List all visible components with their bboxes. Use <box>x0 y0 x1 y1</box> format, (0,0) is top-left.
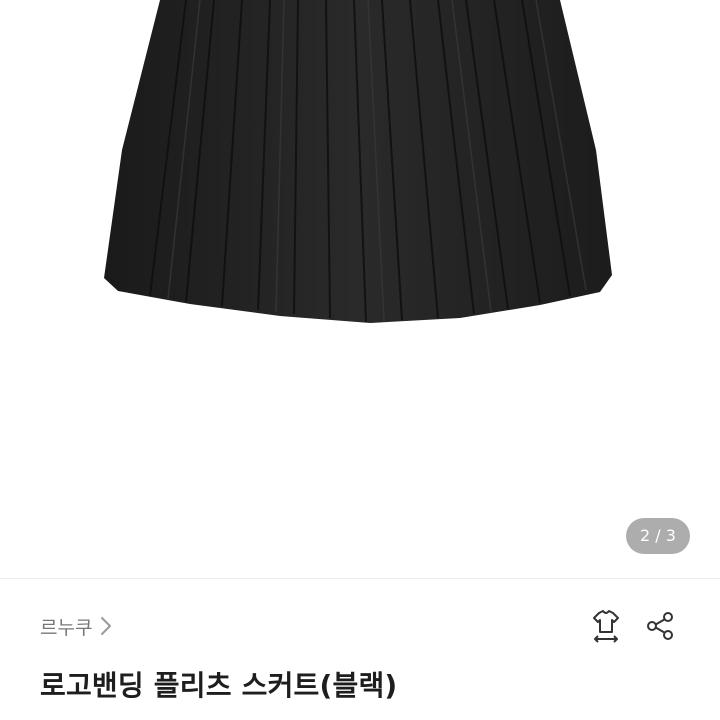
chevron-right-icon <box>100 616 112 636</box>
product-title: 로고밴딩 플리츠 스커트(블랙) <box>40 669 398 702</box>
image-page-counter: 2 / 3 <box>626 518 690 554</box>
skirt-product-image <box>104 0 612 323</box>
size-guide-button[interactable] <box>584 606 628 650</box>
product-image-gallery[interactable]: 2 / 3 <box>0 0 720 578</box>
share-button[interactable] <box>638 606 682 650</box>
brand-name: 르누쿠 <box>40 616 93 639</box>
share-icon <box>642 608 678 648</box>
size-guide-icon <box>586 606 626 650</box>
brand-link[interactable]: 르누쿠 <box>40 610 112 642</box>
